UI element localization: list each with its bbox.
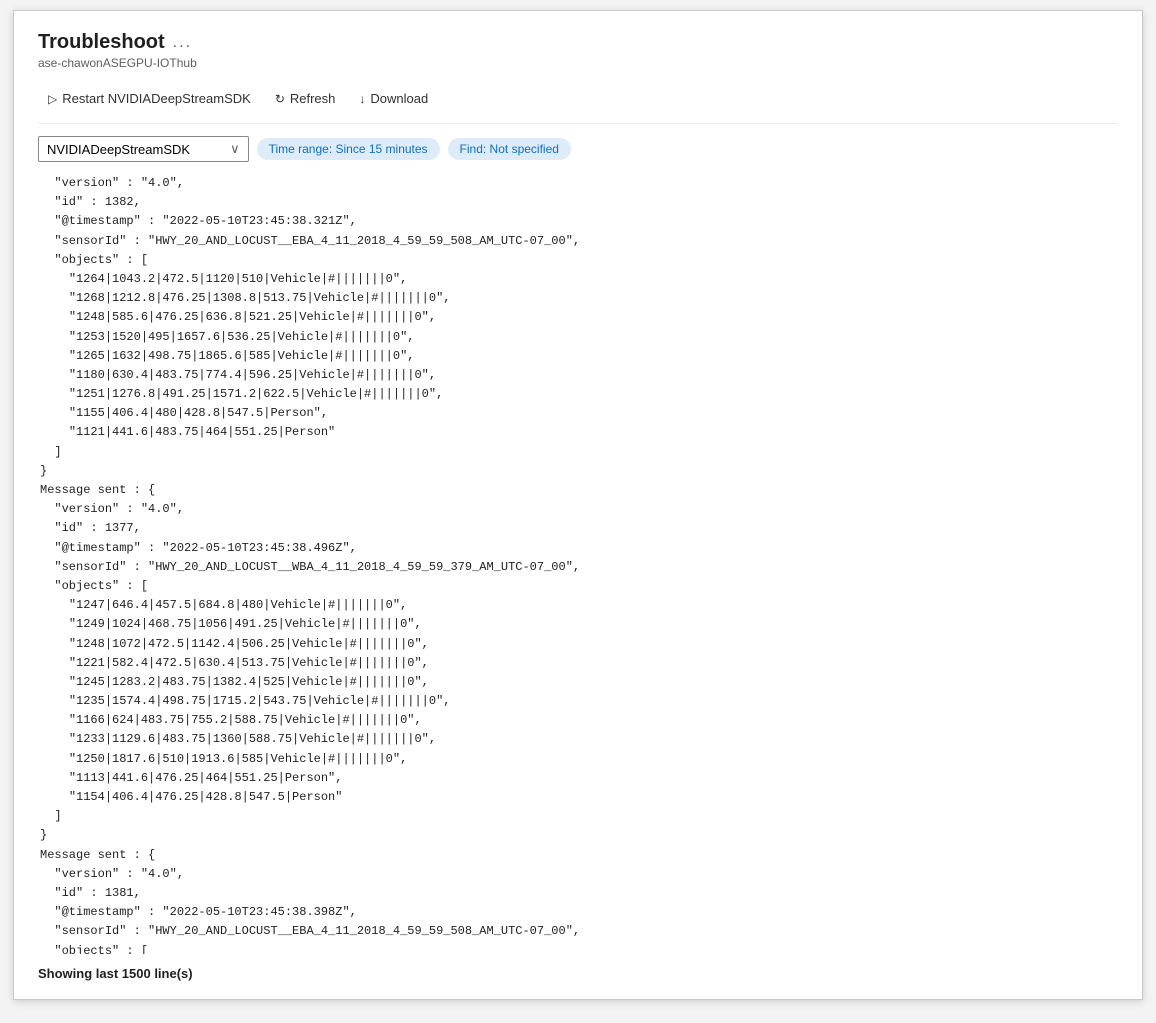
refresh-button[interactable]: ↻ Refresh (265, 86, 346, 111)
log-line: "1233|1129.6|483.75|1360|588.75|Vehicle|… (38, 730, 1118, 749)
log-line: "1221|582.4|472.5|630.4|513.75|Vehicle|#… (38, 654, 1118, 673)
log-line: "1250|1817.6|510|1913.6|585|Vehicle|#|||… (38, 750, 1118, 769)
restart-button[interactable]: ▷ Restart NVIDIADeepStreamSDK (38, 86, 261, 111)
chevron-down-icon: ∨ (230, 141, 240, 157)
log-line: "@timestamp" : "2022-05-10T23:45:38.496Z… (38, 539, 1118, 558)
log-line: "1265|1632|498.75|1865.6|585|Vehicle|#||… (38, 347, 1118, 366)
log-line: "version" : "4.0", (38, 865, 1118, 884)
log-line: "@timestamp" : "2022-05-10T23:45:38.321Z… (38, 212, 1118, 231)
log-line: Message sent : { (38, 846, 1118, 865)
log-line: "sensorId" : "HWY_20_AND_LOCUST__EBA_4_1… (38, 232, 1118, 251)
log-line: } (38, 826, 1118, 845)
status-bar: Showing last 1500 line(s) (38, 966, 1118, 981)
log-line: "1249|1024|468.75|1056|491.25|Vehicle|#|… (38, 615, 1118, 634)
log-line: "objects" : [ (38, 577, 1118, 596)
log-line: "1155|406.4|480|428.8|547.5|Person", (38, 404, 1118, 423)
log-line: "version" : "4.0", (38, 174, 1118, 193)
log-line: "sensorId" : "HWY_20_AND_LOCUST__WBA_4_1… (38, 558, 1118, 577)
restart-label: Restart NVIDIADeepStreamSDK (62, 91, 251, 106)
log-line: "1245|1283.2|483.75|1382.4|525|Vehicle|#… (38, 673, 1118, 692)
log-line: ] (38, 807, 1118, 826)
restart-icon: ▷ (48, 92, 57, 106)
log-line: "1264|1043.2|472.5|1120|510|Vehicle|#|||… (38, 270, 1118, 289)
find-badge[interactable]: Find: Not specified (448, 138, 571, 160)
log-line: "1166|624|483.75|755.2|588.75|Vehicle|#|… (38, 711, 1118, 730)
log-line: "id" : 1381, (38, 884, 1118, 903)
log-line: "objects" : [ (38, 251, 1118, 270)
log-line: "1251|1276.8|491.25|1571.2|622.5|Vehicle… (38, 385, 1118, 404)
header-area: Troubleshoot ... ase-chawonASEGPU-IOThub (38, 31, 1118, 70)
log-line: "1113|441.6|476.25|464|551.25|Person", (38, 769, 1118, 788)
module-dropdown[interactable]: NVIDIADeepStreamSDK ∨ (38, 136, 249, 162)
log-line: "1235|1574.4|498.75|1715.2|543.75|Vehicl… (38, 692, 1118, 711)
log-line: } (38, 462, 1118, 481)
log-line: "id" : 1382, (38, 193, 1118, 212)
more-options-button[interactable]: ... (173, 34, 192, 52)
log-line: "1248|585.6|476.25|636.8|521.25|Vehicle|… (38, 308, 1118, 327)
log-line: "version" : "4.0", (38, 500, 1118, 519)
toolbar: ▷ Restart NVIDIADeepStreamSDK ↻ Refresh … (38, 86, 1118, 124)
troubleshoot-window: Troubleshoot ... ase-chawonASEGPU-IOThub… (13, 10, 1143, 1000)
download-button[interactable]: ↓ Download (349, 86, 438, 111)
refresh-label: Refresh (290, 91, 336, 106)
log-line: "id" : 1377, (38, 519, 1118, 538)
download-label: Download (370, 91, 428, 106)
log-line: "@timestamp" : "2022-05-10T23:45:38.398Z… (38, 903, 1118, 922)
download-icon: ↓ (359, 92, 365, 106)
log-line: Message sent : { (38, 481, 1118, 500)
log-line: "1247|646.4|457.5|684.8|480|Vehicle|#|||… (38, 596, 1118, 615)
time-range-badge[interactable]: Time range: Since 15 minutes (257, 138, 440, 160)
log-line: "1121|441.6|483.75|464|551.25|Person" (38, 423, 1118, 442)
log-line: "1248|1072|472.5|1142.4|506.25|Vehicle|#… (38, 635, 1118, 654)
log-container: "version" : "4.0", "id" : 1382, "@timest… (38, 174, 1118, 954)
log-line: "1253|1520|495|1657.6|536.25|Vehicle|#||… (38, 328, 1118, 347)
filter-row: NVIDIADeepStreamSDK ∨ Time range: Since … (38, 136, 1118, 162)
module-selected-value: NVIDIADeepStreamSDK (47, 142, 190, 157)
log-line: "1268|1212.8|476.25|1308.8|513.75|Vehicl… (38, 289, 1118, 308)
log-line: "1180|630.4|483.75|774.4|596.25|Vehicle|… (38, 366, 1118, 385)
page-title: Troubleshoot (38, 31, 165, 54)
title-row: Troubleshoot ... (38, 31, 1118, 54)
log-line: "objects" : [ (38, 942, 1118, 955)
log-line: "sensorId" : "HWY_20_AND_LOCUST__EBA_4_1… (38, 922, 1118, 941)
log-line: ] (38, 443, 1118, 462)
refresh-icon: ↻ (275, 92, 285, 106)
subtitle: ase-chawonASEGPU-IOThub (38, 56, 1118, 70)
log-line: "1154|406.4|476.25|428.8|547.5|Person" (38, 788, 1118, 807)
